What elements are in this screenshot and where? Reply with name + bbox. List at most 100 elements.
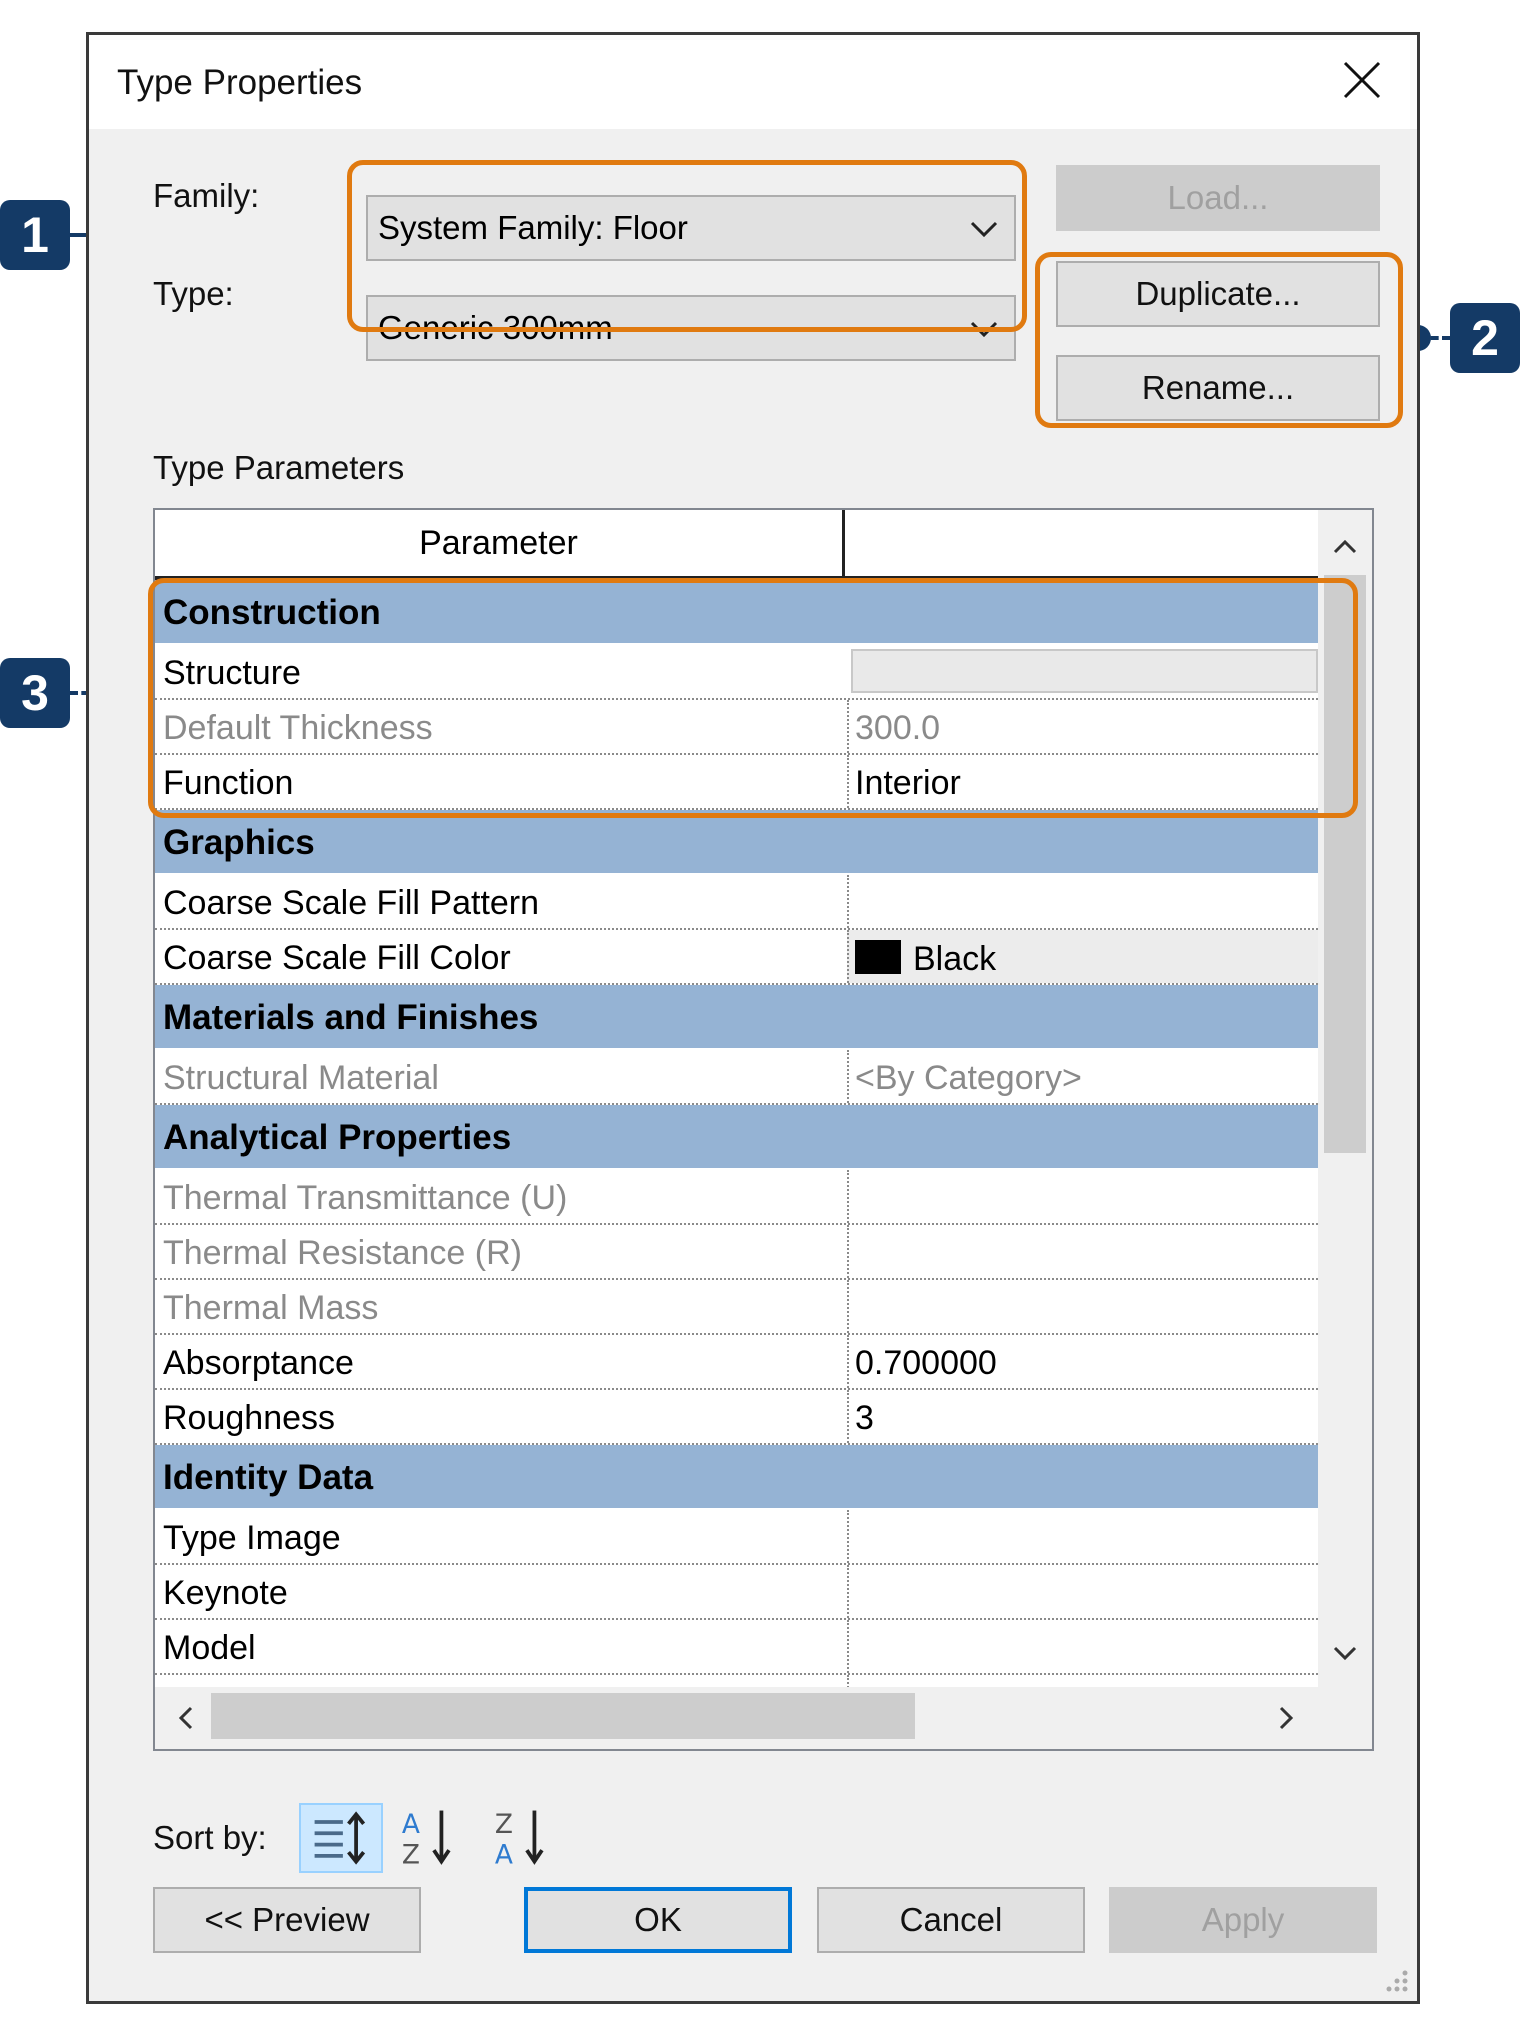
parameter-row[interactable]: Structural Material <By Category> — [155, 1050, 1318, 1105]
parameter-row[interactable]: Thermal Resistance (R) — [155, 1225, 1318, 1280]
svg-text:A: A — [495, 1839, 513, 1869]
parameter-name: Thermal Transmittance (U) — [163, 1179, 568, 1217]
duplicate-button[interactable]: Duplicate... — [1056, 261, 1380, 327]
parameter-name: Default Thickness — [163, 709, 433, 747]
svg-text:Z: Z — [495, 1809, 513, 1840]
vertical-scrollbar[interactable] — [1318, 510, 1372, 1688]
parameter-value — [847, 1225, 1318, 1278]
parameter-value[interactable] — [847, 1510, 1318, 1563]
group-title: Construction — [163, 593, 381, 632]
type-properties-dialog: Type Properties Family: System Family: F… — [86, 32, 1420, 2004]
parameter-row[interactable]: Thermal Mass — [155, 1280, 1318, 1335]
group-title: Analytical Properties — [163, 1118, 512, 1157]
apply-button[interactable]: Apply — [1109, 1887, 1377, 1953]
parameter-value[interactable]: 3 — [847, 1390, 1318, 1443]
parameter-row[interactable]: Thermal Transmittance (U) — [155, 1170, 1318, 1225]
type-dropdown[interactable]: Generic 300mm — [366, 295, 1016, 361]
parameter-value-text: Interior — [855, 764, 961, 802]
parameter-name: Type Image — [163, 1519, 341, 1557]
group-header[interactable]: Materials and Finishes — [155, 985, 1318, 1050]
group-header[interactable]: Identity Data — [155, 1445, 1318, 1510]
parameter-value[interactable]: 0.700000 — [847, 1335, 1318, 1388]
parameter-name: Coarse Scale Fill Pattern — [163, 884, 540, 922]
callout-2: 2 — [1450, 303, 1520, 373]
z-to-a-icon: Z A — [495, 1809, 544, 1870]
type-label: Type: — [153, 275, 234, 312]
parameter-row[interactable]: Model — [155, 1620, 1318, 1675]
parameter-row[interactable]: Structure — [155, 645, 1318, 700]
parameter-name: Absorptance — [163, 1344, 354, 1382]
scroll-up-icon[interactable] — [1327, 528, 1363, 564]
ok-button[interactable]: OK — [524, 1887, 792, 1953]
edit-structure-button[interactable] — [851, 649, 1318, 693]
parameter-value-text: 300.0 — [855, 709, 941, 747]
sort-a-to-z-button[interactable]: A Z — [392, 1803, 476, 1873]
parameter-column-header[interactable]: Parameter — [155, 510, 845, 576]
parameter-row[interactable]: Default Thickness 300.0 — [155, 700, 1318, 755]
horizontal-scrollbar[interactable] — [155, 1687, 1318, 1749]
svg-text:Z: Z — [402, 1839, 420, 1869]
parameter-name: Structural Material — [163, 1059, 439, 1097]
type-parameters-grid[interactable]: Parameter Construction Structure Default T… — [153, 508, 1374, 1751]
parameter-value — [847, 1170, 1318, 1223]
chevron-down-icon — [970, 321, 998, 338]
scroll-right-icon[interactable] — [1269, 1700, 1305, 1736]
rename-button[interactable]: Rename... — [1056, 355, 1380, 421]
svg-text:A: A — [402, 1809, 420, 1840]
parameter-value[interactable]: Interior — [847, 755, 1318, 808]
group-title: Identity Data — [163, 1458, 374, 1497]
parameter-name: Model — [163, 1629, 256, 1667]
resize-grip-icon[interactable] — [1381, 1965, 1411, 1995]
family-value: System Family: Floor — [378, 209, 688, 246]
type-value: Generic 300mm — [378, 309, 613, 346]
parameter-value: 300.0 — [847, 700, 1318, 753]
group-title: Graphics — [163, 823, 315, 862]
group-header[interactable]: Construction — [155, 580, 1318, 645]
group-title: Materials and Finishes — [163, 998, 539, 1037]
parameter-value[interactable] — [847, 1565, 1318, 1618]
close-icon[interactable] — [1335, 53, 1389, 107]
scroll-left-icon[interactable] — [167, 1700, 203, 1736]
load-button[interactable]: Load... — [1056, 165, 1380, 231]
parameter-value — [847, 1280, 1318, 1333]
dialog-title: Type Properties — [117, 63, 363, 102]
parameter-rows: Construction Structure Default Thickness 30… — [155, 580, 1318, 1730]
parameter-value: <By Category> — [847, 1050, 1318, 1103]
a-to-z-icon: A Z — [402, 1809, 451, 1870]
parameter-row[interactable]: Type Image — [155, 1510, 1318, 1565]
parameter-name: Roughness — [163, 1399, 336, 1437]
scroll-corner — [1318, 1687, 1372, 1749]
sort-z-to-a-button[interactable]: Z A — [485, 1803, 569, 1873]
parameter-value[interactable]: Black — [847, 930, 1318, 983]
color-swatch — [855, 940, 901, 974]
parameter-value[interactable] — [847, 1620, 1318, 1673]
horizontal-scroll-thumb[interactable] — [211, 1693, 915, 1739]
callout-1: 1 — [0, 200, 70, 270]
parameter-row[interactable]: Coarse Scale Fill Pattern — [155, 875, 1318, 930]
scroll-down-icon[interactable] — [1327, 1636, 1363, 1672]
parameter-name: Structure — [163, 654, 301, 692]
family-label: Family: — [153, 177, 260, 214]
parameter-name: Coarse Scale Fill Color — [163, 939, 511, 977]
vertical-scroll-thumb[interactable] — [1324, 575, 1366, 1153]
parameter-row[interactable]: Roughness 3 — [155, 1390, 1318, 1445]
parameter-row[interactable]: Absorptance 0.700000 — [155, 1335, 1318, 1390]
cancel-button[interactable]: Cancel — [817, 1887, 1085, 1953]
parameter-name: Function — [163, 764, 294, 802]
parameter-name: Keynote — [163, 1574, 288, 1612]
callout-3: 3 — [0, 658, 70, 728]
grouped-icon — [314, 1811, 366, 1865]
title-bar: Type Properties — [89, 35, 1417, 129]
group-header[interactable]: Graphics — [155, 810, 1318, 875]
sort-grouped-button[interactable] — [299, 1803, 383, 1873]
parameter-name: Thermal Resistance (R) — [163, 1234, 522, 1272]
type-parameters-label: Type Parameters — [153, 449, 405, 486]
parameter-row[interactable]: Keynote — [155, 1565, 1318, 1620]
parameter-row[interactable]: Coarse Scale Fill Color Black — [155, 930, 1318, 985]
preview-button[interactable]: << Preview — [153, 1887, 421, 1953]
parameter-value[interactable] — [847, 875, 1318, 928]
parameter-value-text: Black — [913, 940, 997, 978]
parameter-row[interactable]: Function Interior — [155, 755, 1318, 810]
group-header[interactable]: Analytical Properties — [155, 1105, 1318, 1170]
family-dropdown[interactable]: System Family: Floor — [366, 195, 1016, 261]
